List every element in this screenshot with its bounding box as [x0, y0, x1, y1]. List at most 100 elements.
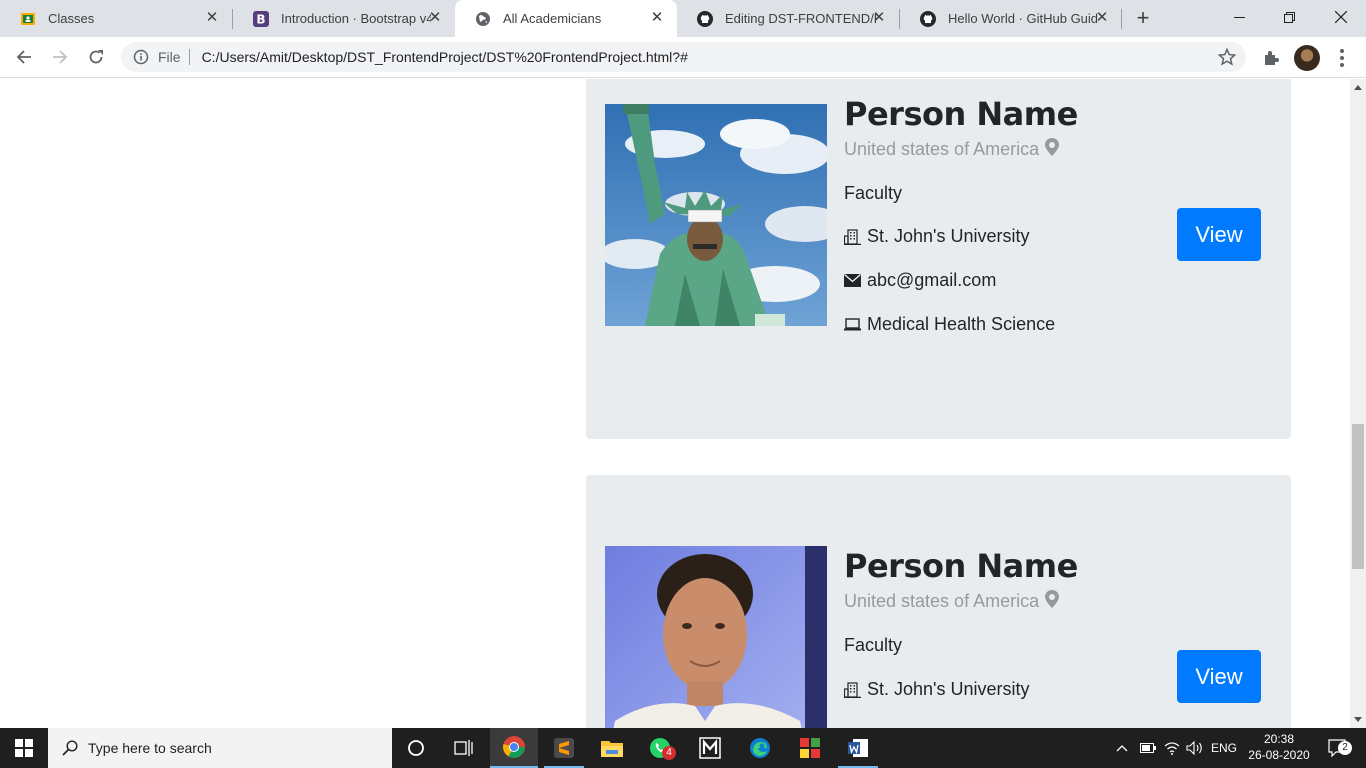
role-text: Faculty — [844, 634, 903, 655]
url-text[interactable]: C:/Users/Amit/Desktop/DST_FrontendProjec… — [202, 49, 688, 65]
windows-apps-icon[interactable] — [786, 728, 834, 768]
close-tab-icon[interactable]: ✕ — [1094, 10, 1110, 26]
windows-logo-icon — [15, 739, 33, 757]
tab-hello-world[interactable]: Hello World · GitHub Guides ✕ — [900, 0, 1122, 37]
man-portrait-photo — [605, 546, 827, 728]
tab-title: Introduction · Bootstrap v4 — [281, 11, 431, 26]
restore-icon — [1283, 11, 1295, 23]
clock-time: 20:38 — [1263, 732, 1295, 746]
github-icon — [697, 10, 713, 27]
scrollbar-thumb[interactable] — [1352, 424, 1364, 569]
tab-divider — [1121, 9, 1122, 29]
taskbar-clock[interactable]: 20:38 26-08-2020 — [1246, 731, 1312, 763]
word-icon[interactable] — [834, 728, 882, 768]
email-line: abc@gmail.com — [844, 268, 1078, 292]
cortana-icon[interactable] — [392, 728, 440, 768]
whatsapp-icon[interactable]: 4 — [636, 728, 684, 768]
info-icon[interactable] — [133, 49, 149, 65]
university-text: St. John's University — [867, 678, 1030, 699]
scroll-up-arrow-icon[interactable] — [1354, 85, 1362, 90]
browser-menu-icon[interactable] — [1332, 47, 1352, 69]
bookmark-star-icon[interactable] — [1218, 48, 1236, 66]
academician-card: Person Name United states of America Fac… — [586, 475, 1291, 728]
task-view-icon[interactable] — [440, 728, 488, 768]
new-tab-button[interactable]: + — [1132, 7, 1154, 29]
page-viewport: Person Name United states of America Fac… — [0, 79, 1350, 728]
location-text: United states of America — [844, 139, 1040, 159]
tab-strip: Classes ✕ B Introduction · Bootstrap v4 … — [0, 0, 1366, 37]
profile-avatar[interactable] — [1294, 45, 1320, 71]
close-tab-icon[interactable]: ✕ — [427, 10, 443, 26]
tab-editing-readme[interactable]: Editing DST-FRONTEND/README ✕ — [677, 0, 899, 37]
m-app-icon[interactable] — [686, 728, 734, 768]
academician-info: Person Name United states of America Fac… — [844, 94, 1078, 336]
university-text: St. John's University — [867, 225, 1030, 246]
building-icon — [844, 681, 861, 698]
volume-icon[interactable] — [1184, 728, 1206, 768]
view-button[interactable]: View — [1177, 208, 1261, 261]
google-classroom-icon — [20, 11, 36, 27]
university-line: St. John's University — [844, 677, 1078, 701]
tray-chevron-up-icon[interactable] — [1112, 728, 1132, 768]
page-scrollbar[interactable] — [1350, 79, 1366, 728]
close-icon — [1335, 11, 1347, 23]
arrow-left-icon — [16, 50, 31, 64]
battery-icon[interactable] — [1138, 728, 1158, 768]
bootstrap-icon: B — [253, 10, 269, 27]
forward-button[interactable] — [46, 43, 74, 71]
tab-bootstrap[interactable]: B Introduction · Bootstrap v4 ✕ — [233, 0, 455, 37]
location-line: United states of America — [844, 138, 1078, 161]
tab-title: Editing DST-FRONTEND/README — [725, 11, 877, 26]
url-scheme-label: File — [158, 49, 181, 65]
building-icon — [844, 228, 861, 245]
department-line: Medical Health Science — [844, 312, 1078, 336]
file-explorer-icon[interactable] — [588, 728, 636, 768]
close-tab-icon[interactable]: ✕ — [649, 10, 665, 26]
minimize-button[interactable] — [1216, 0, 1262, 34]
reload-icon — [89, 50, 103, 64]
extensions-puzzle-icon[interactable] — [1260, 47, 1282, 69]
map-pin-icon — [1045, 590, 1060, 613]
email-text: abc@gmail.com — [867, 269, 997, 290]
reload-button[interactable] — [82, 43, 110, 71]
academician-info: Person Name United states of America Fac… — [844, 546, 1078, 701]
tab-all-academicians[interactable]: All Academicians ✕ — [455, 0, 677, 37]
restore-button[interactable] — [1266, 0, 1312, 34]
address-bar[interactable]: File C:/Users/Amit/Desktop/DST_FrontendP… — [121, 42, 1246, 72]
search-icon — [62, 740, 78, 756]
globe-icon — [475, 11, 491, 27]
person-name: Person Name — [844, 547, 1078, 585]
tab-title: Classes — [48, 11, 95, 26]
notification-center-icon[interactable]: 2 — [1318, 728, 1358, 768]
close-tab-icon[interactable]: ✕ — [204, 10, 220, 26]
role-line: Faculty — [844, 633, 1078, 657]
arrow-right-icon — [53, 50, 68, 64]
academician-card: Person Name United states of America Fac… — [586, 79, 1291, 439]
chrome-taskbar-icon[interactable] — [490, 728, 538, 768]
url-divider — [188, 49, 190, 65]
language-indicator[interactable]: ENG — [1208, 728, 1240, 768]
map-pin-icon — [1045, 138, 1060, 161]
tab-classes[interactable]: Classes ✕ — [0, 0, 232, 37]
role-text: Faculty — [844, 182, 903, 203]
back-button[interactable] — [10, 43, 38, 71]
tab-title: All Academicians — [503, 11, 602, 26]
scroll-down-arrow-icon[interactable] — [1354, 717, 1362, 722]
whatsapp-unread-badge: 4 — [662, 746, 676, 760]
wifi-icon[interactable] — [1162, 728, 1182, 768]
envelope-icon — [844, 272, 861, 289]
taskbar-search-box[interactable]: Type here to search — [48, 728, 392, 768]
minimize-icon — [1233, 16, 1245, 18]
sublime-text-icon[interactable] — [540, 728, 588, 768]
statue-of-liberty-photo — [605, 104, 827, 326]
notification-count-badge: 2 — [1338, 741, 1352, 755]
start-button[interactable] — [0, 728, 48, 768]
close-window-button[interactable] — [1318, 0, 1364, 34]
view-button[interactable]: View — [1177, 650, 1261, 703]
browser-toolbar: File C:/Users/Amit/Desktop/DST_FrontendP… — [0, 37, 1366, 78]
close-tab-icon[interactable]: ✕ — [871, 10, 887, 26]
person-name: Person Name — [844, 95, 1078, 133]
location-text: United states of America — [844, 591, 1040, 611]
edge-icon[interactable] — [736, 728, 784, 768]
location-line: United states of America — [844, 590, 1078, 613]
